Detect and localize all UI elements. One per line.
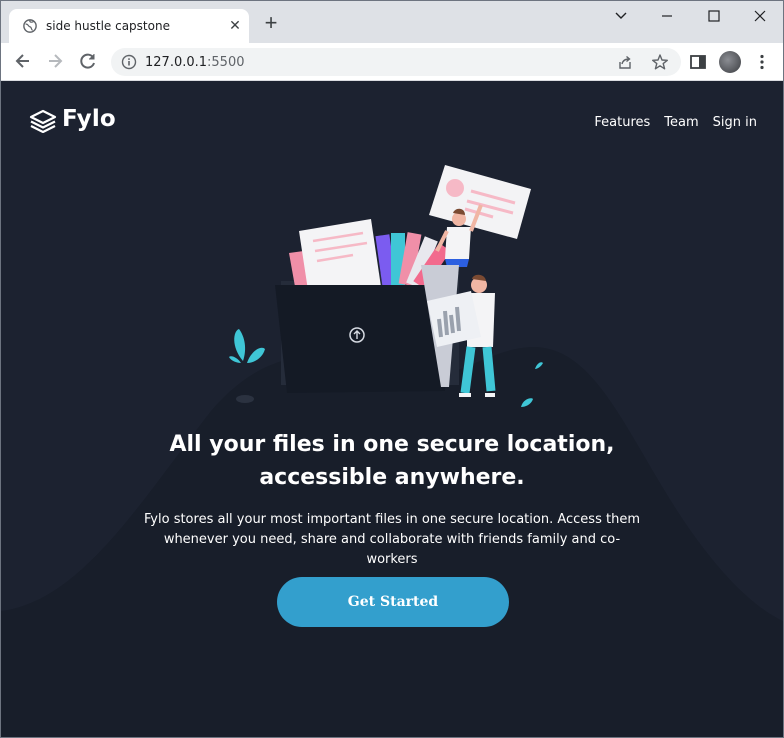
headline-line-1: All your files in one secure location, [169,432,615,457]
side-panel-icon[interactable] [689,53,707,71]
url-host: 127.0.0.1 [145,55,208,70]
address-bar[interactable]: 127.0.0.1:5500 [111,48,681,76]
tab-close-icon[interactable]: ✕ [228,18,242,32]
hero-headline: All your files in one secure location, a… [1,428,783,494]
subtext-line-1: Fylo stores all your most important file… [144,512,640,527]
maximize-icon[interactable] [692,5,736,27]
url-text: 127.0.0.1:5500 [145,55,245,70]
tab-strip: side hustle capstone ✕ + [1,1,783,43]
bookmark-star-icon[interactable] [651,53,669,71]
reload-icon[interactable] [78,51,98,71]
back-arrow-icon[interactable] [13,51,33,71]
minimize-icon[interactable] [645,5,689,27]
menu-kebab-icon[interactable] [753,53,771,71]
share-icon[interactable] [617,54,633,70]
browser-toolbar: 127.0.0.1:5500 [1,43,783,81]
fylo-landing-page: Fylo Features Team Sign in All your file… [1,81,783,737]
get-started-button[interactable]: Get Started [277,577,509,627]
nav-link-features[interactable]: Features [594,115,650,130]
floating-document-illustration [429,165,531,239]
logo-wordmark: Fylo [62,106,116,132]
profile-avatar[interactable] [719,51,741,73]
close-window-icon[interactable] [738,5,782,27]
layers-logo-icon [29,109,57,133]
tab-search-chevron-icon[interactable] [599,5,643,27]
forward-arrow-icon[interactable] [45,51,65,71]
plant-illustration [229,329,265,403]
url-port: :5500 [207,55,245,70]
nav-link-team[interactable]: Team [664,115,698,130]
globe-icon [23,19,37,33]
lower-section-band [1,641,783,737]
browser-window: side hustle capstone ✕ + 127.0.0.1:5500 … [0,0,784,738]
subtext-line-2: whenever you need, share and collaborate… [163,532,621,567]
browser-tab[interactable]: side hustle capstone ✕ [9,9,249,43]
hero-illustration [229,165,543,407]
site-info-icon[interactable] [121,54,137,70]
headline-line-2: accessible anywhere. [259,465,525,490]
tab-title: side hustle capstone [46,19,170,33]
hero-subtext: Fylo stores all your most important file… [141,510,643,570]
new-tab-button[interactable]: + [262,12,280,34]
nav-link-sign-in[interactable]: Sign in [713,115,757,130]
main-nav: Features Team Sign in [594,115,757,130]
